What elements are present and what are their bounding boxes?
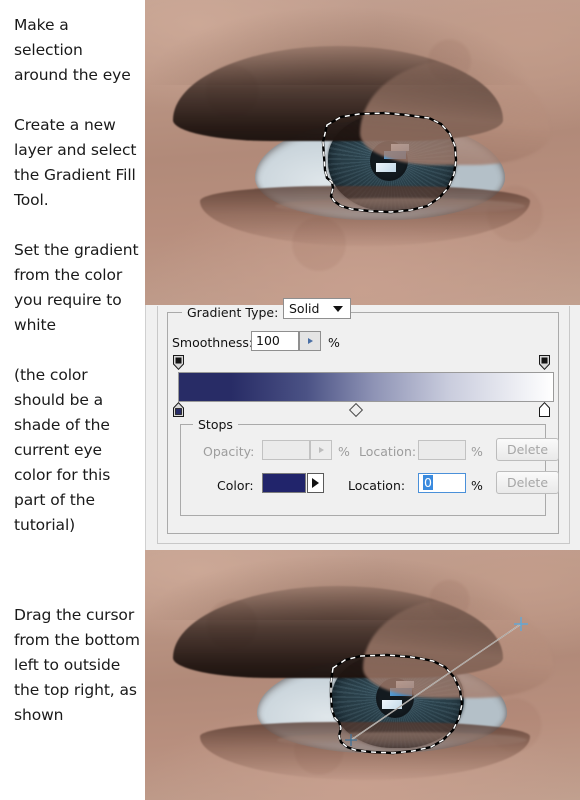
color-location-label: Location: xyxy=(348,478,406,493)
opacity-delete-button[interactable]: Delete xyxy=(496,438,559,461)
chevron-down-icon xyxy=(333,305,343,312)
triangle-right-icon xyxy=(318,447,324,453)
instruction-step-5: Drag the cursor from the bottom left to … xyxy=(14,606,140,724)
color-stop-left[interactable] xyxy=(173,401,184,417)
color-location-value: 0 xyxy=(423,475,433,490)
smoothness-spinner-button[interactable] xyxy=(299,331,321,351)
opacity-location-input[interactable] xyxy=(418,440,466,460)
smoothness-input[interactable]: 100 xyxy=(251,331,299,351)
gradient-type-label: Gradient Type: xyxy=(182,305,284,320)
color-location-input[interactable]: 0 xyxy=(418,473,466,493)
eye-photo-top xyxy=(145,0,580,305)
instruction-step-4: (the color should be a shade of the curr… xyxy=(14,366,111,534)
gradient-type-value: Solid xyxy=(289,301,320,316)
marching-ants-selection-top xyxy=(321,111,458,214)
triangle-right-icon xyxy=(312,478,319,488)
opacity-location-unit: % xyxy=(471,444,483,459)
opacity-input[interactable] xyxy=(262,440,310,460)
stops-group xyxy=(180,424,546,516)
gradient-drag-line xyxy=(345,617,528,746)
opacity-stop-right[interactable] xyxy=(539,355,550,371)
color-delete-button[interactable]: Delete xyxy=(496,471,559,494)
stops-group-label: Stops xyxy=(193,417,238,432)
triangle-right-icon xyxy=(307,338,313,344)
color-label: Color: xyxy=(217,478,254,493)
smoothness-unit: % xyxy=(328,335,340,350)
dialog-body: Gradient Type: Solid Smoothness: 100 % S… xyxy=(157,298,570,544)
opacity-location-label: Location: xyxy=(359,444,417,459)
gradient-editor-dialog: Gradient Type: Solid Smoothness: 100 % S… xyxy=(145,298,580,550)
opacity-stop-left[interactable] xyxy=(173,355,184,371)
eye-photo-bottom xyxy=(145,550,580,800)
color-picker-arrow-button[interactable] xyxy=(307,473,324,493)
gradient-fill xyxy=(179,373,553,401)
opacity-spinner-button[interactable] xyxy=(310,440,332,460)
smoothness-label: Smoothness: xyxy=(172,335,254,350)
instruction-step-1: Make a selection around the eye xyxy=(14,16,131,84)
color-swatch[interactable] xyxy=(262,473,306,493)
tutorial-page: Make a selection around the eye Create a… xyxy=(0,0,580,800)
instructions-column: Make a selection around the eye Create a… xyxy=(0,0,145,800)
instruction-step-2: Create a new layer and select the Gradie… xyxy=(14,116,137,209)
opacity-label: Opacity: xyxy=(203,444,255,459)
gradient-preview-bar[interactable] xyxy=(178,372,554,402)
gradient-type-select[interactable]: Solid xyxy=(283,298,351,319)
instruction-step-3: Set the gradient from the color you requ… xyxy=(14,241,139,334)
color-stop-right[interactable] xyxy=(539,401,550,417)
color-location-unit: % xyxy=(471,478,483,493)
opacity-unit: % xyxy=(338,444,350,459)
